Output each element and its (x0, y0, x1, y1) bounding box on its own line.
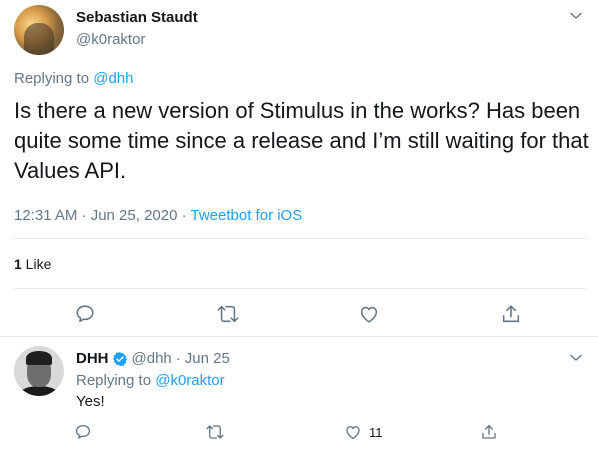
heart-icon (358, 303, 380, 325)
tweet-date[interactable]: Jun 25 (185, 350, 230, 367)
verified-badge-icon (112, 351, 128, 367)
replying-to: Replying to @k0raktor (76, 372, 225, 389)
likes-label: Like (21, 256, 52, 272)
likes-count[interactable]: 1 Like (14, 256, 51, 272)
author-handle[interactable]: @k0raktor (76, 31, 145, 48)
like-button[interactable] (358, 303, 380, 325)
reply-header: DHH @dhh · Jun 25 (76, 350, 230, 367)
share-icon (480, 423, 498, 441)
like-button[interactable]: 11 (344, 423, 383, 441)
separator-dot: · (175, 350, 181, 367)
comment-icon (74, 423, 92, 441)
timestamp[interactable]: 12:31 AM · Jun 25, 2020 · (14, 207, 191, 224)
reply-button[interactable] (74, 303, 96, 325)
tweet-text: Yes! (76, 393, 105, 410)
author-name[interactable]: DHH (76, 350, 109, 367)
tweet-actions (0, 301, 598, 327)
tweet-meta: 12:31 AM · Jun 25, 2020 · Tweetbot for i… (14, 207, 302, 224)
avatar[interactable] (14, 346, 64, 396)
tweet-text: Is there a new version of Stimulus in th… (14, 98, 589, 183)
retweet-button[interactable] (205, 423, 225, 441)
source-link[interactable]: Tweetbot for iOS (191, 207, 303, 224)
chevron-down-icon[interactable] (570, 12, 582, 22)
avatar[interactable] (14, 5, 64, 55)
retweet-icon (205, 423, 225, 441)
replying-to: Replying to @dhh (14, 70, 133, 87)
chevron-down-icon[interactable] (570, 354, 582, 364)
replying-prefix: Replying to (76, 372, 156, 389)
heart-icon (344, 423, 362, 441)
author-handle[interactable]: @dhh (132, 350, 172, 367)
main-tweet: Sebastian Staudt @k0raktor Replying to @… (0, 0, 598, 336)
share-button[interactable] (500, 303, 522, 325)
share-button[interactable] (480, 423, 498, 441)
mention-link[interactable]: @k0raktor (155, 372, 224, 389)
comment-icon (74, 303, 96, 325)
mention-link[interactable]: @dhh (93, 70, 133, 87)
tweet-actions: 11 (0, 423, 598, 443)
author-name[interactable]: Sebastian Staudt (76, 9, 198, 26)
reply-tweet[interactable]: DHH @dhh · Jun 25 Replying to @k0raktor … (0, 337, 598, 454)
divider (14, 238, 586, 239)
retweet-icon (216, 303, 240, 325)
share-icon (500, 303, 522, 325)
replying-prefix: Replying to (14, 70, 94, 87)
reply-button[interactable] (74, 423, 92, 441)
divider (14, 288, 586, 289)
retweet-button[interactable] (216, 303, 240, 325)
likes-number: 1 (14, 256, 22, 272)
like-count: 11 (369, 424, 383, 440)
